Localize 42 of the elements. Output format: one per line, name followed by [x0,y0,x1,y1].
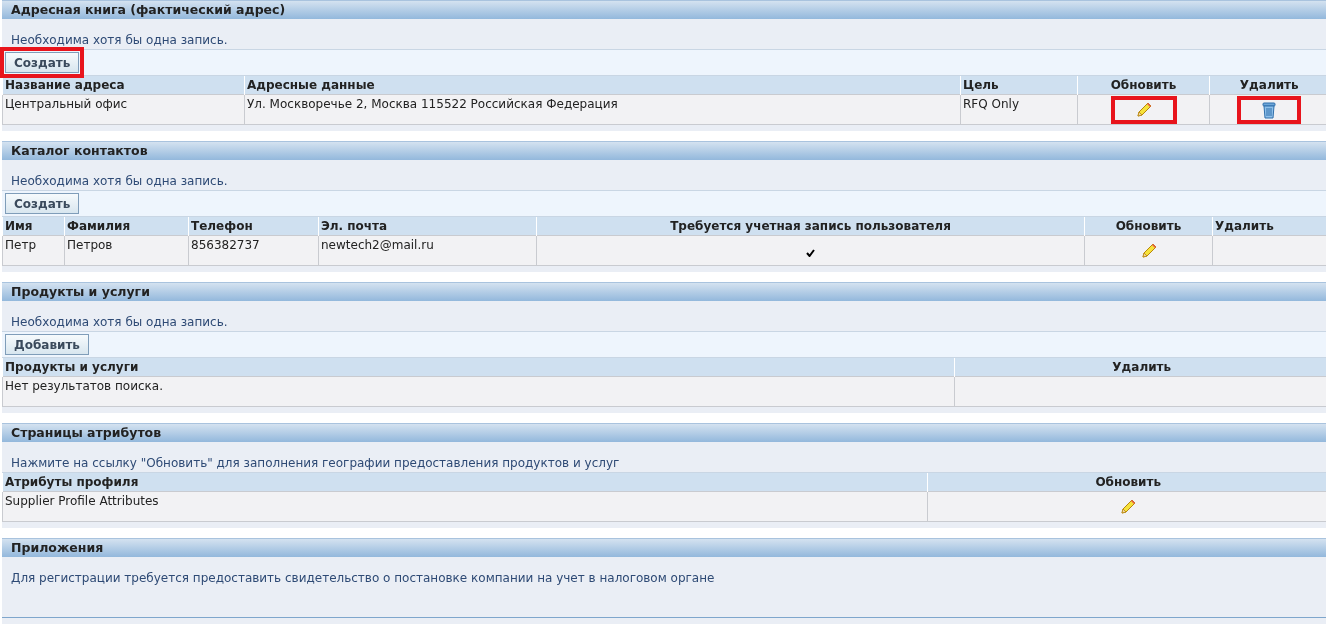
action-button[interactable]: Создать [5,52,80,73]
table-cell: Петр [5,238,36,252]
column-header: Цель [960,75,1078,95]
instruction-text: Нажмите на ссылку "Обновить" для заполнения географии предоставления продуктов и услуг [11,456,620,472]
instruction-text: Необходима хотя бы одна запись. [11,174,228,190]
section-header: Страницы атрибутов [2,423,1326,442]
column-header: Удалить [1212,216,1326,236]
column-header: Обновить [927,472,1326,492]
column-header: Обновить [1077,75,1210,95]
instruction-text: Необходима хотя бы одна запись. [11,315,228,331]
table-cell: Петров [67,238,113,252]
instruction-text: Для регистрации требуется предоставить свидетельство о постановке компании на учет в налоговом органе [11,571,715,587]
column-header: Удалить [1209,75,1326,95]
column-header: Удалить [954,357,1326,377]
column-header: Атрибуты профиля [2,472,928,492]
section-header: Продукты и услуги [2,282,1326,301]
action-button[interactable]: Добавить [5,334,89,355]
pencil-icon[interactable] [1139,242,1158,260]
column-header: Обновить [1084,216,1213,236]
table-cell: Нет результатов поиска. [5,379,163,393]
column-header: Адресные данные [244,75,961,95]
column-header: Эл. почта [318,216,537,236]
column-header: Продукты и услуги [2,357,955,377]
table-cell: newtech2@mail.ru [321,238,434,252]
section-header: Адресная книга (фактический адрес) [2,0,1326,19]
pencil-icon[interactable] [1119,498,1138,516]
table-cell: 856382737 [191,238,260,252]
trash-icon[interactable] [1261,101,1278,119]
action-button[interactable]: Создать [5,193,80,214]
column-header: Телефон [188,216,319,236]
table-cell: Ул. Москворечье 2, Москва 115522 Российская Федерация [247,97,618,111]
column-header: Название адреса [2,75,245,95]
column-header: Фамилия [64,216,189,236]
column-header: Имя [2,216,65,236]
pencil-icon[interactable] [1134,101,1153,119]
table-cell: Supplier Profile Attributes [5,494,159,508]
section-header: Приложения [2,538,1326,557]
table-cell: Центральный офис [5,97,128,111]
table-cell: RFQ Only [963,97,1019,111]
section-header: Каталог контактов [2,141,1326,160]
column-header: Требуется учетная запись пользователя [536,216,1085,236]
instruction-text: Необходима хотя бы одна запись. [11,33,228,49]
